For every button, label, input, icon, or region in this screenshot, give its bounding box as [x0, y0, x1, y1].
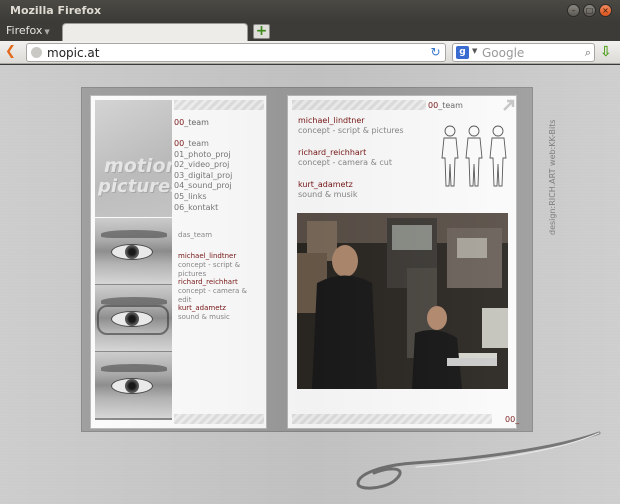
stripe-decoration: [292, 100, 426, 110]
nav-item-digital-proj[interactable]: 03_digital_proj: [174, 171, 232, 182]
nav-item-video-proj[interactable]: 02_video_proj: [174, 160, 232, 171]
nav-item-photo-proj[interactable]: 01_photo_proj: [174, 150, 232, 161]
page-viewport: motion pictures 00_team 00_team 01_photo…: [0, 65, 620, 504]
team-member-small[interactable]: kurt_adametz sound & music: [178, 304, 230, 322]
page-number: 00_: [505, 415, 520, 424]
site-nav: 00_team 01_photo_proj 02_video_proj 03_d…: [174, 139, 232, 213]
search-icon[interactable]: ⌕: [585, 46, 591, 60]
window-title: Mozilla Firefox: [10, 4, 102, 17]
back-arrow-icon[interactable]: ❮: [5, 45, 19, 59]
team-heading: das_team: [178, 231, 213, 239]
logo-line-pictures: pictures: [98, 176, 172, 197]
section-number: 00_team: [428, 101, 463, 110]
team-photo[interactable]: [297, 213, 508, 389]
section-title: 00_team: [174, 118, 209, 127]
team-member-small[interactable]: richard_reichhart concept - camera & edit: [178, 278, 262, 305]
eye-photo-3: [95, 352, 172, 418]
close-button[interactable]: ×: [599, 4, 612, 17]
navigation-toolbar: ❮ mopic.at ↻ g ▼ Google ⌕ ⇩: [0, 41, 620, 64]
browser-tab[interactable]: [62, 23, 248, 41]
logo-line-motion: motion: [104, 155, 172, 177]
team-member[interactable]: richard_reichhart concept - camera & cut: [298, 148, 392, 168]
three-people-icon: [441, 125, 507, 187]
url-bar[interactable]: mopic.at ↻: [26, 43, 446, 62]
maximize-button[interactable]: □: [583, 4, 596, 17]
eyes-image: [95, 218, 172, 420]
window-titlebar: Mozilla Firefox – □ ×: [0, 0, 620, 22]
search-bar[interactable]: g ▼ Google ⌕: [452, 43, 595, 62]
nav-item-links[interactable]: 05_links: [174, 192, 232, 203]
team-summary: das_team michael_lindtner concept - scrip…: [174, 218, 262, 418]
expand-arrow-icon[interactable]: [501, 98, 516, 113]
team-member[interactable]: kurt_adametz sound & musik: [298, 180, 358, 200]
url-text[interactable]: mopic.at: [47, 46, 99, 60]
eye-photo-1: [95, 218, 172, 284]
site-logo[interactable]: motion pictures: [95, 100, 172, 217]
site-frame: motion pictures 00_team 00_team 01_photo…: [81, 87, 533, 432]
firefox-menu-label: Firefox: [6, 24, 43, 37]
site-identity-icon[interactable]: [31, 47, 42, 58]
team-member[interactable]: michael_lindtner concept - script & pictu…: [298, 116, 404, 136]
chevron-down-icon[interactable]: ▼: [472, 47, 477, 55]
eye-photo-2: [95, 285, 172, 351]
stripe-decoration: [174, 414, 264, 424]
nav-item-sound-proj[interactable]: 04_sound_proj: [174, 181, 232, 192]
search-engine-icon[interactable]: g: [456, 46, 469, 59]
window-controls: – □ ×: [567, 4, 612, 17]
search-placeholder[interactable]: Google: [482, 46, 524, 60]
chevron-down-icon: ▼: [44, 28, 50, 36]
design-credit: design:RICH.ART web:KK-Bits: [548, 119, 557, 235]
reload-icon[interactable]: ↻: [429, 46, 442, 59]
minimize-button[interactable]: –: [567, 4, 580, 17]
right-panel: 00_team michael_lindtner concept - script…: [287, 95, 520, 429]
nav-item-team[interactable]: 00_team: [174, 139, 232, 150]
team-member-small[interactable]: michael_lindtner concept - script & pictu…: [178, 252, 262, 279]
new-tab-button[interactable]: +: [253, 24, 270, 39]
left-panel: motion pictures 00_team 00_team 01_photo…: [90, 95, 267, 429]
stripe-decoration: [292, 414, 492, 424]
tab-bar: Firefox ▼ +: [0, 22, 620, 41]
stripe-decoration: [174, 100, 264, 110]
signature-swoosh: [356, 431, 601, 490]
nav-item-kontakt[interactable]: 06_kontakt: [174, 203, 232, 214]
download-arrow-icon[interactable]: ⇩: [600, 44, 612, 60]
firefox-menu-button[interactable]: Firefox ▼: [6, 24, 50, 37]
